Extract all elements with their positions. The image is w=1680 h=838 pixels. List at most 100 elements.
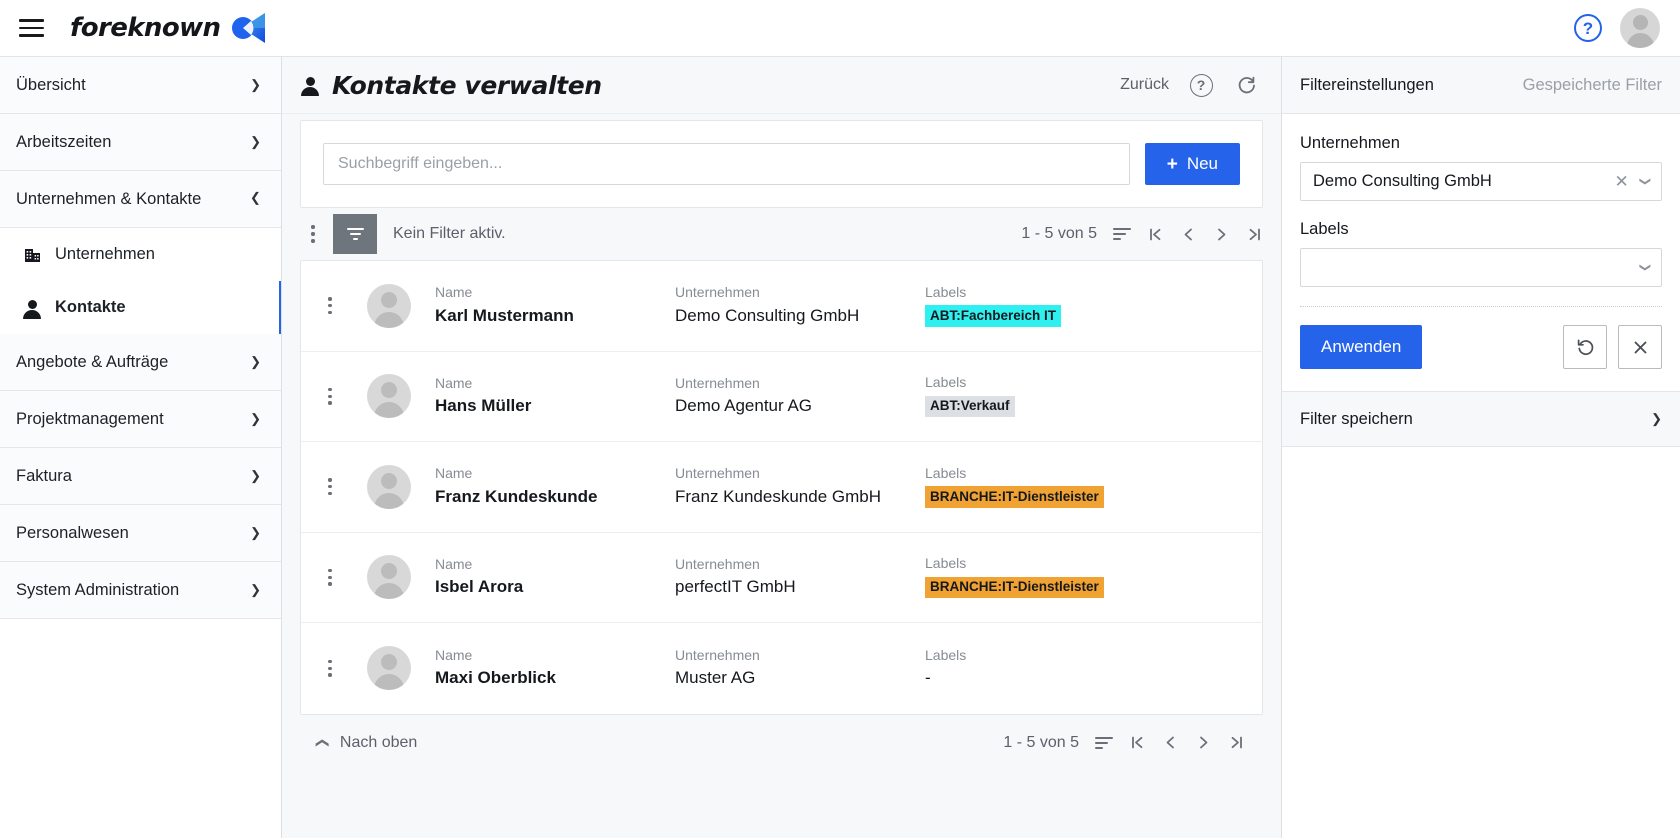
row-more-icon[interactable]	[317, 478, 343, 496]
filter-icon[interactable]	[333, 214, 377, 254]
table-row[interactable]: Name Maxi Oberblick Unternehmen Muster A…	[301, 623, 1262, 714]
filter-panel-body: Unternehmen Demo Consulting GmbH ✕ ❯ Lab…	[1282, 114, 1680, 369]
last-page-icon[interactable]	[1246, 226, 1263, 243]
sidebar-item-kontakte[interactable]: Kontakte	[0, 281, 281, 334]
brand-logo[interactable]: foreknown	[70, 11, 269, 45]
user-avatar-icon[interactable]	[1620, 8, 1660, 48]
sidebar-group-uebersicht[interactable]: Übersicht ❯	[0, 57, 281, 114]
company-select[interactable]: Demo Consulting GmbH ✕ ❯	[1300, 162, 1662, 201]
contact-name: Hans Müller	[435, 396, 532, 416]
prev-page-icon[interactable]	[1180, 226, 1197, 243]
search-input[interactable]	[323, 143, 1130, 185]
filter-panel: Filtereinstellungen Gespeicherte Filter …	[1282, 57, 1680, 838]
table-row[interactable]: Name Karl Mustermann Unternehmen Demo Co…	[301, 261, 1262, 352]
sidebar-group-system-administration[interactable]: System Administration ❯	[0, 562, 281, 619]
clear-filter-button[interactable]	[1618, 325, 1662, 369]
cell-name: Name Franz Kundeskunde	[435, 465, 675, 507]
column-header-labels: Labels	[925, 555, 967, 572]
main-content: Kontakte verwalten Zurück ? Suchbegriff …	[282, 57, 1282, 838]
tab-filter-settings[interactable]: Filtereinstellungen	[1300, 76, 1434, 95]
column-header-labels: Labels	[925, 283, 967, 300]
prev-page-icon[interactable]	[1162, 734, 1179, 751]
filter-actions: Anwenden	[1300, 325, 1662, 369]
column-header-company: Unternehmen	[675, 646, 760, 663]
clear-x-icon[interactable]: ✕	[1608, 173, 1636, 190]
row-more-icon[interactable]	[317, 659, 343, 677]
help-icon[interactable]: ?	[1574, 14, 1602, 42]
table-row[interactable]: Name Hans Müller Unternehmen Demo Agentu…	[301, 352, 1262, 442]
cell-company: Unternehmen Demo Consulting GmbH	[675, 284, 925, 326]
sort-icon[interactable]	[1095, 736, 1113, 749]
cell-labels: Labels BRANCHE:IT-Dienstleister	[925, 555, 1244, 599]
next-page-icon[interactable]	[1195, 734, 1212, 751]
main-scroll-area: + Neu Kein Filter aktiv. 1 - 5 von 5	[282, 114, 1281, 838]
cell-name: Name Maxi Oberblick	[435, 647, 675, 689]
person-icon	[300, 74, 320, 96]
contact-name: Maxi Oberblick	[435, 668, 556, 688]
application-root: foreknown ? Übersicht ❯ Arbeitszeiten ❯ …	[0, 0, 1680, 838]
sidebar-group-projektmanagement[interactable]: Projektmanagement ❯	[0, 391, 281, 448]
first-page-icon[interactable]	[1147, 226, 1164, 243]
chevron-down-icon: ❯	[250, 354, 261, 369]
cell-company: Unternehmen Muster AG	[675, 646, 925, 689]
sidebar-group-label: Übersicht	[16, 75, 86, 94]
cell-labels: Labels -	[925, 647, 1244, 688]
row-more-icon[interactable]	[317, 297, 343, 315]
table-row[interactable]: Name Isbel Arora Unternehmen perfectIT G…	[301, 533, 1262, 623]
sidebar-group-angebote-auftraege[interactable]: Angebote & Aufträge ❯	[0, 334, 281, 391]
labels-select[interactable]: ❯	[1300, 248, 1662, 287]
save-filter-section[interactable]: Filter speichern ❯	[1282, 391, 1680, 447]
scroll-top-label: Nach oben	[339, 733, 418, 751]
labels-field-label: Labels	[1300, 220, 1349, 238]
chevron-down-icon[interactable]: ❯	[1639, 259, 1651, 276]
building-icon	[22, 246, 42, 263]
avatar	[367, 283, 411, 328]
top-bar: foreknown ?	[0, 0, 1680, 57]
contact-name: Franz Kundeskunde	[435, 486, 598, 506]
hamburger-icon[interactable]	[14, 11, 48, 45]
chevron-down-icon: ❯	[250, 77, 261, 92]
column-header-name: Name	[435, 284, 473, 301]
sidebar-group-arbeitszeiten[interactable]: Arbeitszeiten ❯	[0, 114, 281, 171]
refresh-icon[interactable]	[1233, 72, 1259, 98]
apply-button[interactable]: Anwenden	[1300, 325, 1423, 369]
column-header-labels: Labels	[925, 647, 967, 664]
column-header-company: Unternehmen	[675, 555, 760, 572]
sidebar-group-label: Personalwesen	[16, 523, 129, 542]
chevron-down-icon: ❯	[250, 525, 261, 540]
sidebar-group-faktura[interactable]: Faktura ❯	[0, 448, 281, 505]
tab-saved-filters[interactable]: Gespeicherte Filter	[1523, 76, 1662, 95]
sidebar-group-personalwesen[interactable]: Personalwesen ❯	[0, 505, 281, 562]
scroll-top-button[interactable]: ❯ Nach oben	[313, 733, 418, 752]
chevron-down-icon[interactable]: ❯	[1639, 173, 1651, 190]
sort-icon[interactable]	[1113, 228, 1131, 240]
new-button-label: Neu	[1186, 154, 1218, 173]
body-wrapper: Übersicht ❯ Arbeitszeiten ❯ Unternehmen …	[0, 57, 1680, 838]
next-page-icon[interactable]	[1213, 226, 1230, 243]
sidebar-item-unternehmen[interactable]: Unternehmen	[0, 228, 281, 281]
sidebar-group-unternehmen-kontakte[interactable]: Unternehmen & Kontakte ❯	[0, 171, 281, 228]
back-link[interactable]: Zurück	[1120, 76, 1169, 94]
sidebar: Übersicht ❯ Arbeitszeiten ❯ Unternehmen …	[0, 57, 282, 838]
help-circle-icon[interactable]: ?	[1188, 72, 1214, 98]
top-bar-actions: ?	[1574, 8, 1660, 48]
column-header-company: Unternehmen	[675, 374, 760, 391]
last-page-icon[interactable]	[1228, 734, 1245, 751]
status-badge: BRANCHE:IT-Dienstleister	[925, 486, 1104, 508]
chevron-down-icon: ❯	[250, 582, 261, 597]
table-row[interactable]: Name Franz Kundeskunde Unternehmen Franz…	[301, 442, 1262, 533]
filter-status: Kein Filter aktiv.	[393, 225, 506, 242]
page-title: Kontakte verwalten	[300, 71, 602, 100]
new-button[interactable]: + Neu	[1144, 143, 1240, 185]
more-vertical-icon[interactable]	[300, 225, 326, 243]
status-badge: ABT:Verkauf	[925, 395, 1015, 418]
first-page-icon[interactable]	[1129, 734, 1146, 751]
contacts-list: Name Karl Mustermann Unternehmen Demo Co…	[300, 260, 1263, 715]
row-more-icon[interactable]	[317, 568, 343, 586]
row-more-icon[interactable]	[317, 387, 343, 405]
column-header-company: Unternehmen	[675, 465, 760, 482]
contact-company: Demo Agentur AG	[675, 396, 813, 416]
sidebar-group-label: Unternehmen & Kontakte	[16, 189, 202, 208]
main-header: Kontakte verwalten Zurück ?	[282, 57, 1281, 114]
reset-button[interactable]	[1563, 325, 1607, 369]
